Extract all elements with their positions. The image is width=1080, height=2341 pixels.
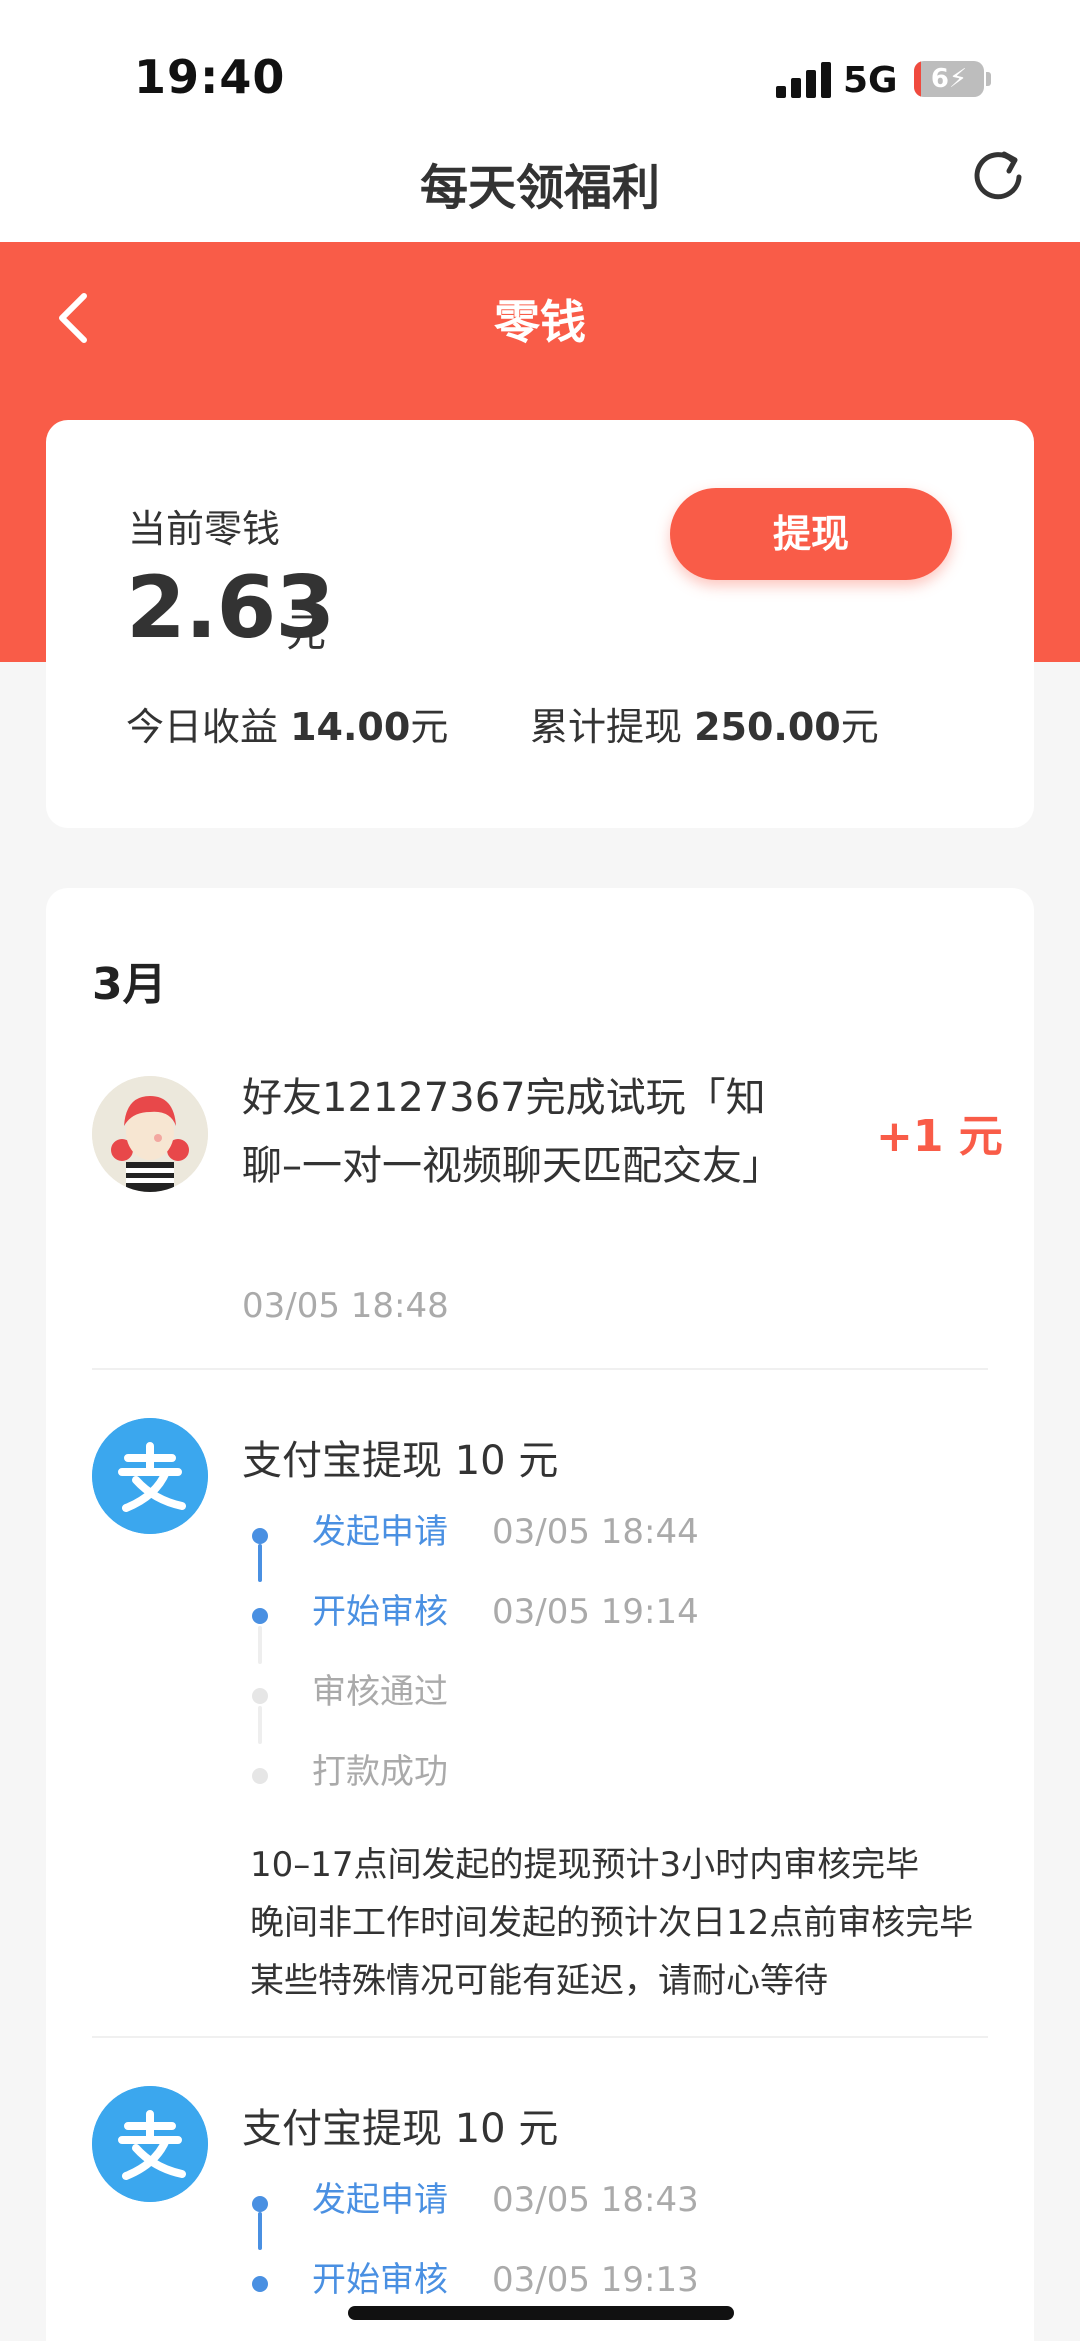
alipay-icon	[92, 2086, 208, 2202]
step-time: 03/05 19:13	[492, 2260, 699, 2300]
step-time: 03/05 19:14	[492, 1592, 699, 1632]
note-line: 某些特殊情况可能有延迟，请耐心等待	[250, 1961, 828, 2001]
balance-card: 当前零钱 2.63 元 提现 今日收益 14.00元 累计提现 250.00元	[46, 420, 1034, 828]
step-item: 审核通过	[312, 1664, 492, 1713]
cellular-signal-icon	[776, 62, 832, 98]
app-header: 每天领福利	[0, 130, 1080, 242]
step-label: 发起申请	[312, 1512, 448, 1552]
battery-cap	[986, 72, 991, 86]
balance-unit: 元	[286, 610, 326, 656]
step-time: 03/05 18:44	[492, 1512, 699, 1552]
battery-level: 6	[930, 64, 949, 94]
withdrawal-title: 支付宝提现 10 元	[242, 2106, 559, 2152]
step-label: 打款成功	[312, 1752, 448, 1792]
status-time: 19:40	[134, 50, 286, 104]
step-label: 开始审核	[312, 1592, 448, 1632]
step-dot	[252, 1768, 268, 1784]
today-earnings-value: 14.00	[290, 705, 411, 749]
total-withdrawn-value: 250.00	[694, 705, 841, 749]
step-dot	[252, 1608, 268, 1624]
today-earnings-label: 今日收益	[126, 705, 279, 749]
divider	[92, 2036, 988, 2038]
battery-icon: 6⚡	[914, 61, 984, 97]
alipay-icon	[92, 1418, 208, 1534]
network-type: 5G	[843, 60, 898, 101]
status-bar: 19:40 5G 6⚡	[0, 0, 1080, 130]
home-indicator[interactable]	[348, 2306, 734, 2320]
step-connector	[258, 1626, 262, 1664]
step-item: 发起申请 03/05 18:44	[312, 1504, 699, 1553]
page-title: 零钱	[494, 295, 586, 349]
note-line: 10–17点间发起的提现预计3小时内审核完毕	[250, 1845, 920, 1885]
step-dot	[252, 2196, 268, 2212]
today-earnings-unit: 元	[410, 705, 449, 749]
entry-amount: +1 元	[876, 1111, 1003, 1162]
total-withdrawn-unit: 元	[840, 705, 879, 749]
withdrawal-note: 10–17点间发起的提现预计3小时内审核完毕 晚间非工作时间发起的预计次日12点…	[250, 1836, 1030, 2010]
step-time: 03/05 18:43	[492, 2180, 699, 2220]
month-label: 3月	[92, 959, 167, 1010]
avatar	[92, 1076, 208, 1192]
step-item: 开始审核 03/05 19:14	[312, 1584, 699, 1633]
total-withdrawn-label: 累计提现	[530, 705, 683, 749]
step-connector	[258, 2212, 262, 2250]
today-earnings: 今日收益 14.00元	[126, 696, 448, 751]
step-dot	[252, 1688, 268, 1704]
withdrawal-title: 支付宝提现 10 元	[242, 1438, 559, 1484]
step-item: 开始审核 03/05 19:13	[312, 2252, 699, 2301]
withdraw-button[interactable]: 提现	[670, 488, 952, 580]
step-dot	[252, 2276, 268, 2292]
step-label: 开始审核	[312, 2260, 448, 2300]
balance-label: 当前零钱	[128, 507, 281, 551]
entry-time: 03/05 18:48	[242, 1286, 449, 1326]
history-card: 3月 好友12127367完成试玩「知聊–一对一视频聊天匹配交友」 +1 元 0…	[46, 888, 1034, 2341]
total-withdrawn: 累计提现 250.00元	[530, 696, 879, 751]
app-title: 每天领福利	[419, 160, 660, 216]
step-item: 发起申请 03/05 18:43	[312, 2172, 699, 2221]
note-line: 晚间非工作时间发起的预计次日12点前审核完毕	[250, 1903, 974, 1943]
divider	[92, 1368, 988, 1370]
step-connector	[258, 1544, 262, 1582]
step-label: 发起申请	[312, 2180, 448, 2220]
step-label: 审核通过	[312, 1672, 448, 1712]
step-dot	[252, 1528, 268, 1544]
step-connector	[258, 1706, 262, 1744]
step-item: 打款成功	[312, 1744, 492, 1793]
refresh-icon[interactable]	[968, 146, 1028, 206]
entry-description: 好友12127367完成试玩「知聊–一对一视频聊天匹配交友」	[242, 1075, 782, 1189]
